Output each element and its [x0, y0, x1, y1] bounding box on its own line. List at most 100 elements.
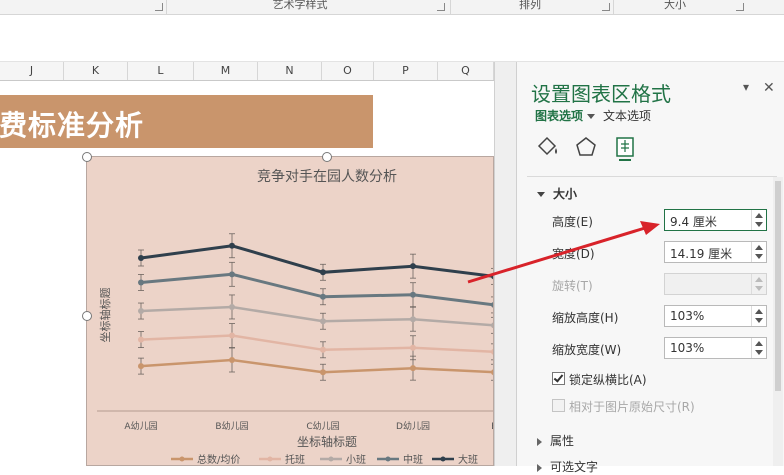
data-point — [138, 336, 144, 343]
data-point — [410, 344, 416, 351]
section-alt-label: 可选文字 — [550, 460, 599, 474]
column-header-n[interactable]: N — [258, 62, 322, 80]
scale-width-value: 103% — [670, 341, 705, 355]
fill-bucket-icon[interactable] — [537, 136, 557, 156]
height-spinner[interactable] — [751, 210, 766, 230]
resize-handle[interactable] — [82, 152, 92, 162]
x-tick-label: A幼儿园 — [124, 420, 157, 432]
column-header-p[interactable]: P — [374, 62, 438, 80]
pane-separator — [527, 176, 777, 177]
ribbon-divider — [166, 0, 167, 14]
column-header-o[interactable]: O — [322, 62, 374, 80]
tab-chart-options[interactable]: 图表选项 — [535, 109, 583, 123]
rotation-spinner — [751, 274, 766, 294]
format-chart-area-pane: 设置图表区格式 ▾ ✕ 图表选项 文本选项 大小 高度(E) 9.4 厘米 宽度(… — [516, 62, 784, 474]
column-header-row: J K L M N O P Q — [0, 62, 494, 81]
scale-height-spinner[interactable] — [751, 306, 766, 326]
data-point — [229, 271, 235, 278]
data-point — [320, 369, 326, 376]
data-point — [138, 279, 144, 286]
column-header-k[interactable]: K — [64, 62, 128, 80]
title-banner[interactable]: 收费标准分析 — [0, 95, 373, 148]
data-point — [138, 308, 144, 315]
data-point — [320, 346, 326, 353]
resize-handle[interactable] — [82, 311, 92, 321]
data-point — [410, 316, 416, 323]
legend-label: 托班 — [285, 453, 305, 466]
resize-handle[interactable] — [322, 152, 332, 162]
relative-size-label: 相对于图片原始尺寸(R) — [569, 400, 695, 414]
scale-width-input[interactable]: 103% — [664, 337, 767, 359]
data-point — [138, 255, 144, 261]
legend-label: 中班 — [403, 453, 423, 466]
width-label: 宽度(D) — [552, 247, 595, 261]
data-point — [410, 291, 416, 298]
section-alt-text[interactable]: 可选文字 — [537, 458, 598, 475]
chart-area[interactable]: 竞争对手在园人数分析坐标轴标题A幼儿园B幼儿园C幼儿园D幼儿园E坐标轴标题总数/… — [86, 156, 494, 466]
data-point — [229, 357, 235, 363]
height-input[interactable]: 9.4 厘米 — [664, 209, 767, 231]
legend-marker — [267, 456, 273, 462]
column-header-j[interactable]: J — [0, 62, 64, 80]
column-header-q[interactable]: Q — [438, 62, 494, 80]
legend-label: 大班 — [458, 453, 478, 466]
scrollbar-thumb[interactable] — [775, 181, 781, 391]
dialog-launcher-icon[interactable] — [155, 3, 163, 11]
series-line — [140, 272, 493, 307]
series-line — [140, 334, 493, 354]
lock-aspect-checkbox[interactable] — [552, 372, 565, 385]
scale-width-spinner[interactable] — [751, 338, 766, 358]
dialog-launcher-icon[interactable] — [437, 3, 445, 11]
height-label: 高度(E) — [552, 215, 593, 229]
section-properties-label: 属性 — [550, 434, 575, 448]
pane-scrollbar[interactable] — [773, 177, 783, 466]
legend-label: 总数/均价 — [197, 453, 240, 466]
section-size-label: 大小 — [553, 187, 578, 201]
column-header-l[interactable]: L — [128, 62, 194, 80]
data-point — [320, 293, 326, 300]
line-chart: 竞争对手在园人数分析坐标轴标题A幼儿园B幼儿园C幼儿园D幼儿园E坐标轴标题总数/… — [97, 168, 493, 466]
ribbon-divider — [613, 0, 614, 14]
lock-aspect-label: 锁定纵横比(A) — [569, 373, 647, 387]
data-point — [410, 263, 416, 270]
expand-icon — [537, 463, 542, 472]
sheet-vertical-scrollbar[interactable] — [494, 62, 517, 466]
size-properties-icon[interactable] — [616, 137, 634, 161]
section-properties[interactable]: 属性 — [537, 432, 574, 449]
legend-label: 小班 — [346, 454, 366, 466]
width-spinner[interactable] — [751, 242, 766, 262]
data-point — [229, 242, 235, 249]
close-icon[interactable]: ✕ — [763, 80, 775, 96]
chevron-down-icon[interactable] — [587, 114, 596, 119]
pane-options-icon[interactable]: ▾ — [743, 80, 749, 94]
ribbon-group-arrange: 排列 — [519, 0, 541, 11]
pane-title: 设置图表区格式 — [531, 82, 671, 106]
data-point — [320, 318, 326, 325]
scale-height-value: 103% — [670, 309, 705, 323]
chart-title: 竞争对手在园人数分析 — [257, 168, 397, 185]
checkmark-icon — [553, 372, 564, 383]
scale-height-input[interactable]: 103% — [664, 305, 767, 327]
ribbon-group-size: 大小 — [664, 0, 686, 11]
legend-marker — [179, 456, 185, 462]
series-line — [140, 358, 493, 374]
banner-text: 收费标准分析 — [0, 109, 145, 142]
x-axis-title: 坐标轴标题 — [297, 434, 357, 449]
legend-marker — [440, 456, 446, 462]
width-input[interactable]: 14.19 厘米 — [664, 241, 767, 263]
formula-bar[interactable] — [0, 15, 784, 62]
pentagon-icon[interactable] — [576, 137, 596, 156]
scale-width-label: 缩放宽度(W) — [552, 343, 622, 357]
tab-text-options[interactable]: 文本选项 — [603, 109, 651, 123]
section-size[interactable]: 大小 — [537, 185, 577, 202]
legend-marker — [328, 456, 334, 462]
ribbon-divider — [450, 0, 451, 14]
scale-height-label: 缩放高度(H) — [552, 311, 619, 325]
series-line — [140, 305, 493, 327]
dialog-launcher-icon[interactable] — [602, 3, 610, 11]
ribbon: 艺术字样式 排列 大小 — [0, 0, 784, 15]
data-point — [229, 303, 235, 310]
dialog-launcher-icon[interactable] — [736, 3, 744, 11]
expand-icon — [537, 437, 542, 446]
column-header-m[interactable]: M — [194, 62, 258, 80]
